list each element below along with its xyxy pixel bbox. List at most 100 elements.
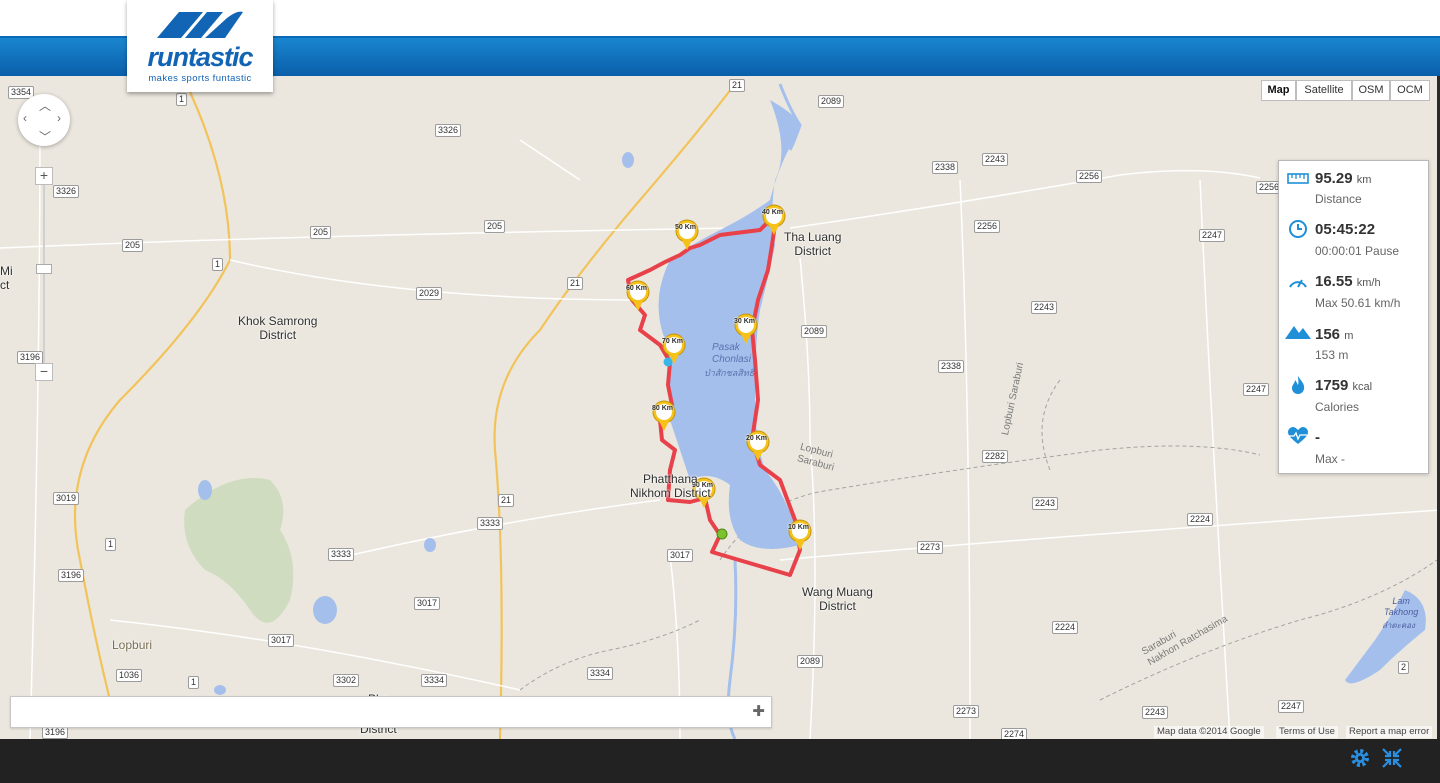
- fullscreen-collapse-icon[interactable]: [1381, 747, 1403, 769]
- road-shield: 3333: [328, 548, 355, 561]
- road-shield: 3196: [58, 569, 85, 582]
- lake-label-th: ป่าสักชลสิทธิ์: [704, 368, 755, 378]
- pond: [198, 480, 212, 500]
- pan-down-icon[interactable]: ﹀: [39, 128, 51, 145]
- settings-gear-icon[interactable]: [1349, 747, 1371, 769]
- road-shield: 3302: [333, 674, 360, 687]
- pause-label: 00:00:01 Pause: [1315, 244, 1400, 258]
- road-shield: 2338: [932, 161, 959, 174]
- pan-right-icon[interactable]: ›: [57, 111, 61, 125]
- bottom-toolbar: [0, 739, 1440, 783]
- zoom-slider-handle[interactable]: [36, 264, 52, 274]
- road-shield: 2224: [1052, 621, 1079, 634]
- place-label-wang-muang: Wang Muang District: [802, 585, 873, 613]
- road-shield: 2224: [1187, 513, 1214, 526]
- map-type-map[interactable]: Map: [1261, 80, 1296, 101]
- zoom-in-button[interactable]: +: [35, 167, 53, 185]
- pond: [424, 538, 436, 552]
- road-shield: 1: [212, 258, 224, 271]
- road-shield: 2256: [1076, 170, 1103, 183]
- road-shield: 1: [105, 538, 117, 551]
- km-marker-label: 20 Km: [746, 435, 768, 442]
- road-shield: 21: [567, 277, 584, 290]
- road-shield: 2029: [416, 287, 443, 300]
- logo-tagline: makes sports funtastic: [148, 73, 252, 84]
- zoom-out-button[interactable]: −: [35, 363, 53, 381]
- road-shield: 2247: [1243, 383, 1270, 396]
- map-type-satellite[interactable]: Satellite: [1296, 80, 1352, 101]
- heart-rate-icon: [1288, 427, 1308, 444]
- road-shield: 3017: [414, 597, 441, 610]
- map-data-attribution: Map data ©2014 Google: [1154, 726, 1264, 738]
- road-shield: 2243: [1031, 301, 1058, 314]
- place-label-khok-samrong: Khok Samrong District: [238, 314, 318, 342]
- heart-rate-value: -: [1315, 429, 1320, 446]
- km-marker-label: 80 Km: [652, 405, 674, 412]
- pan-left-icon[interactable]: ‹: [23, 111, 27, 125]
- km-marker-label: 40 Km: [762, 209, 784, 216]
- mountain-icon: [1285, 326, 1311, 339]
- road-shield: 2338: [938, 360, 965, 373]
- terms-of-use-link[interactable]: Terms of Use: [1276, 726, 1338, 738]
- road-shield: 1: [176, 93, 188, 106]
- road-shield: 1036: [116, 669, 143, 682]
- km-marker-label: 10 Km: [788, 524, 810, 531]
- road-shield: 2089: [818, 95, 845, 108]
- expand-plus-icon[interactable]: ✚: [752, 702, 765, 720]
- pond: [313, 596, 337, 624]
- road-shield: 2089: [797, 655, 824, 668]
- lake-label-lam-takhong: Lam Takhong: [1384, 596, 1419, 617]
- logo-wordmark: runtastic: [147, 42, 253, 72]
- map-canvas[interactable]: 10 Km 20 Km 30 Km 40 Km 50 Km 60 Km 70 K…: [0, 76, 1437, 739]
- lake-label-en: Pasak Chonlasi: [712, 342, 751, 365]
- elevation-value: 156 m: [1315, 326, 1354, 343]
- duration-value: 05:45:22: [1315, 221, 1376, 238]
- km-marker-label: 50 Km: [675, 224, 697, 231]
- pond: [214, 685, 226, 695]
- map-search-bar[interactable]: ✚: [10, 696, 772, 728]
- road-shield: 2273: [917, 541, 944, 554]
- heart-rate-max: Max -: [1315, 452, 1345, 466]
- map-graphics: [0, 83, 1437, 739]
- runtastic-logo[interactable]: runtastic makes sports funtastic: [127, 0, 273, 92]
- road-shield: 2: [1398, 661, 1410, 674]
- road-shield: 2256: [974, 220, 1001, 233]
- report-map-error-link[interactable]: Report a map error: [1346, 726, 1433, 738]
- road-shield: 21: [498, 494, 515, 507]
- pan-up-icon[interactable]: ︿: [39, 97, 51, 114]
- road-shield: 1: [188, 676, 200, 689]
- logo-swoosh-icon: [157, 11, 243, 38]
- km-marker-label: 60 Km: [626, 285, 648, 292]
- road-shield: 2089: [801, 325, 828, 338]
- speedometer-icon: [1289, 279, 1307, 288]
- distance-label: Distance: [1315, 192, 1362, 206]
- place-label-lopburi: Lopburi: [112, 638, 153, 652]
- road-shield: 2274: [1001, 728, 1028, 739]
- road-shield: 3334: [587, 667, 614, 680]
- pond: [622, 152, 634, 168]
- map-type-ocm[interactable]: OCM: [1390, 80, 1430, 101]
- hill-terrain: [184, 478, 294, 623]
- map-type-osm[interactable]: OSM: [1352, 80, 1390, 101]
- road-shield: 3019: [53, 492, 80, 505]
- road-1: [74, 91, 232, 701]
- activity-stats-panel: 95.29 km Distance 05:45:22 00:00:01 Paus…: [1278, 160, 1429, 474]
- zoom-slider-track[interactable]: [43, 184, 45, 364]
- speed-max: Max 50.61 km/h: [1315, 296, 1401, 310]
- road-shield: 2247: [1199, 229, 1226, 242]
- pan-control[interactable]: ︿ ﹀ ‹ ›: [18, 94, 70, 146]
- flame-icon: [1292, 376, 1305, 394]
- road-shield: 2282: [982, 450, 1009, 463]
- road-shield: 21: [729, 79, 746, 92]
- road-shield: 3334: [421, 674, 448, 687]
- calories-label: Calories: [1315, 400, 1360, 414]
- road-shield: 3017: [268, 634, 295, 647]
- place-label-tha-luang: Tha Luang District: [784, 230, 842, 258]
- roads: [74, 83, 736, 739]
- place-label-mi: Mi: [0, 264, 13, 278]
- calories-value: 1759 kcal: [1315, 377, 1373, 394]
- ruler-icon: [1287, 173, 1309, 184]
- road-shield: 2273: [953, 705, 980, 718]
- km-marker-label: 30 Km: [734, 318, 756, 325]
- clock-icon: [1289, 220, 1307, 238]
